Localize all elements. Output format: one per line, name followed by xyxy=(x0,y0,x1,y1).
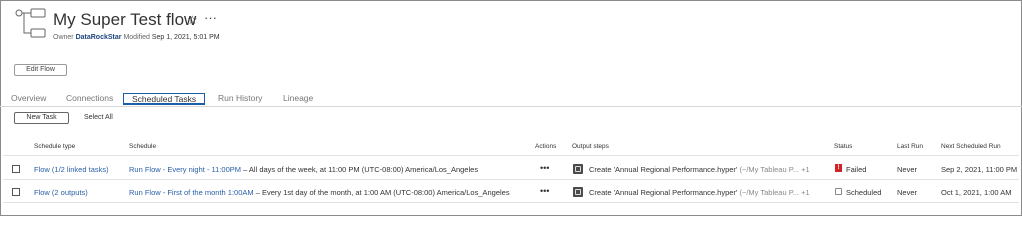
status-text: Failed xyxy=(846,165,867,174)
header-output-steps: Output steps xyxy=(572,143,609,150)
more-icon[interactable]: ··· xyxy=(204,10,217,25)
next-run: Oct 1, 2021, 1:00 AM xyxy=(941,188,1012,197)
flow-icon xyxy=(15,8,46,38)
output-step-cell: Create 'Annual Regional Performance.hype… xyxy=(589,188,810,197)
modified-label: Modified xyxy=(123,34,150,41)
actions-menu-icon[interactable]: ••• xyxy=(540,186,549,196)
row-divider xyxy=(3,179,1019,180)
schedule-description: – All days of the week, at 11:00 PM (UTC… xyxy=(241,165,479,174)
output-more[interactable]: +1 xyxy=(801,165,810,174)
output-step-path: (~/My Tableau P... xyxy=(739,165,800,174)
actions-menu-icon[interactable]: ••• xyxy=(540,163,549,173)
select-all-button[interactable]: Select All xyxy=(84,114,113,121)
schedule-type-link[interactable]: Flow (2 outputs) xyxy=(34,188,88,197)
owner-link[interactable]: DataRockStar xyxy=(76,34,122,41)
star-icon[interactable]: ☆ xyxy=(187,13,198,27)
schedule-link[interactable]: Run Flow - First of the month 1:00AM xyxy=(129,188,254,197)
last-run: Never xyxy=(897,165,918,174)
next-run: Sep 2, 2021, 11:00 PM xyxy=(941,165,1018,174)
last-run: Never xyxy=(897,188,918,197)
tab-run-history[interactable]: Run History xyxy=(218,93,262,103)
header-next-run[interactable]: Next Scheduled Run xyxy=(941,143,1001,150)
output-step-path: (~/My Tableau P... xyxy=(739,188,800,197)
output-step-name: Create 'Annual Regional Performance.hype… xyxy=(589,188,738,197)
output-step-icon xyxy=(573,187,583,197)
output-step-icon xyxy=(573,164,583,174)
schedule-cell: Run Flow - Every night - 11:00PM – All d… xyxy=(129,165,478,174)
schedule-cell: Run Flow - First of the month 1:00AM – E… xyxy=(129,188,510,197)
header-status[interactable]: Status xyxy=(834,143,852,150)
output-step-name: Create 'Annual Regional Performance.hype… xyxy=(589,165,738,174)
owner-label: Owner xyxy=(53,34,74,41)
header-actions: Actions xyxy=(535,143,557,150)
new-task-button[interactable]: New Task xyxy=(14,112,69,124)
header-schedule-type[interactable]: Schedule type xyxy=(34,143,75,150)
tab-overview[interactable]: Overview xyxy=(11,93,46,103)
edit-flow-button[interactable]: Edit Flow xyxy=(14,64,67,76)
tab-lineage[interactable]: Lineage xyxy=(283,93,313,103)
row-checkbox[interactable] xyxy=(12,188,20,196)
modified-value: Sep 1, 2021, 5:01 PM xyxy=(151,34,220,41)
status-text: Scheduled xyxy=(846,188,882,197)
header-schedule[interactable]: Schedule xyxy=(129,143,156,150)
row-divider xyxy=(3,155,1019,156)
output-step-cell: Create 'Annual Regional Performance.hype… xyxy=(589,165,810,174)
tab-scheduled-tasks[interactable]: Scheduled Tasks xyxy=(123,93,206,105)
flow-meta: Owner DataRockStar Modified Sep 1, 2021,… xyxy=(53,34,220,41)
header-last-run[interactable]: Last Run xyxy=(897,143,923,150)
schedule-description: – Every 1st day of the month, at 1:00 AM… xyxy=(253,188,510,197)
page-frame xyxy=(0,0,1022,216)
failed-icon: ! xyxy=(835,164,842,172)
output-more[interactable]: +1 xyxy=(801,188,810,197)
scheduled-icon xyxy=(835,188,842,195)
schedule-link[interactable]: Run Flow - Every night - 11:00PM xyxy=(129,165,241,174)
page-title: My Super Test flow xyxy=(53,10,197,29)
row-divider xyxy=(3,202,1019,203)
schedule-type-link[interactable]: Flow (1/2 linked tasks) xyxy=(34,165,109,174)
row-checkbox[interactable] xyxy=(12,165,20,173)
tab-connections[interactable]: Connections xyxy=(66,93,113,103)
tab-bar: Overview Connections Scheduled Tasks Run… xyxy=(0,93,1022,107)
